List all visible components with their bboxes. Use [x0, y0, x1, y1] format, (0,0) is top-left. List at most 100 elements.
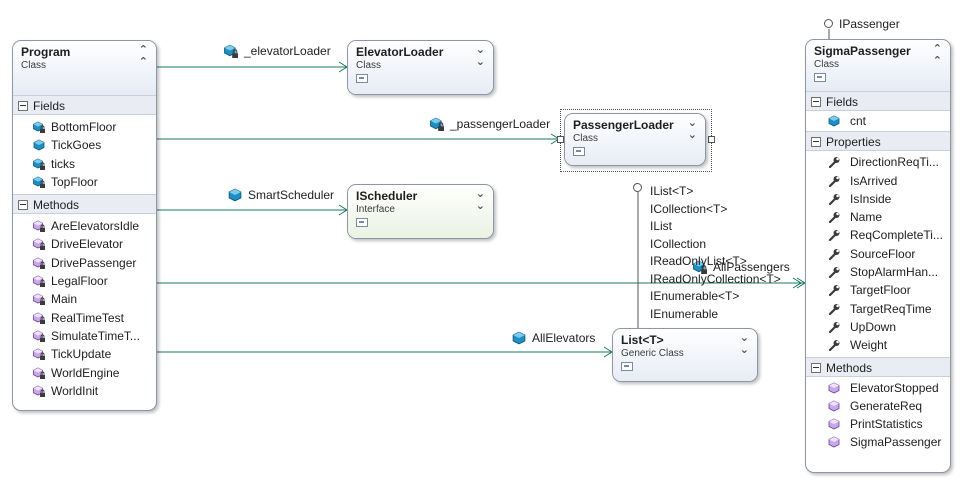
interface-title: IScheduler — [356, 189, 418, 203]
private-field-icon — [33, 121, 45, 133]
fields-list: BottomFloor TickGoes ticks TopFloor — [13, 115, 156, 194]
wrench-icon — [828, 284, 840, 297]
program-class-shape[interactable]: Program Class ⌃ ⌃ Fields BottomFloor Tick… — [12, 40, 157, 411]
elevator-loader-class-shape[interactable]: ElevatorLoader Class ⌄ ⌄ — [347, 40, 494, 95]
wrench-icon — [828, 247, 840, 260]
collapse-minus-icon[interactable] — [18, 200, 28, 211]
method-item[interactable]: RealTimeTest — [13, 309, 156, 327]
method-item[interactable]: AreElevatorsIdle — [13, 217, 156, 235]
class-header[interactable]: PassengerLoader Class ⌄ ⌄ — [565, 114, 705, 165]
list-implemented-interfaces: IList<T> ICollection<T> IList ICollectio… — [650, 183, 781, 323]
properties-section-header[interactable]: Properties — [806, 131, 950, 152]
wrench-icon — [828, 320, 840, 333]
property-item[interactable]: SourceFloor — [806, 245, 950, 263]
collapse-chevron-icon[interactable]: ⌃ ⌃ — [139, 44, 148, 68]
collapse-minus-icon[interactable] — [811, 97, 821, 107]
class-kind: Class — [356, 60, 382, 71]
property-item[interactable]: Weight — [806, 336, 950, 354]
association-label-scheduler[interactable]: SmartScheduler — [228, 188, 334, 202]
collapse-minus-icon[interactable] — [18, 101, 28, 111]
field-item[interactable]: TickGoes — [13, 136, 156, 154]
property-item[interactable]: TargetReqTime — [806, 300, 950, 318]
method-icon — [828, 418, 840, 430]
expand-chevron-icon[interactable]: ⌄ ⌄ — [476, 188, 485, 212]
method-item[interactable]: SigmaPassenger — [806, 433, 950, 451]
interface-label: IList<T> — [650, 184, 694, 198]
interface-kind: Interface — [356, 204, 395, 215]
property-item[interactable]: DirectionReqTi... — [806, 153, 950, 171]
resize-handle[interactable] — [708, 136, 715, 143]
interface-label: IEnumerable<T> — [650, 289, 740, 303]
field-item[interactable]: ticks — [13, 155, 156, 173]
wrench-icon — [828, 192, 840, 205]
property-item[interactable]: UpDown — [806, 318, 950, 336]
collapse-minus-icon[interactable] — [811, 137, 821, 148]
method-item[interactable]: LegalFloor — [13, 272, 156, 290]
wrench-icon — [828, 156, 840, 169]
scheduler-interface-shape[interactable]: IScheduler Interface ⌄ ⌄ — [347, 184, 494, 239]
resize-handle[interactable] — [557, 136, 564, 143]
method-icon — [828, 436, 840, 448]
method-item[interactable]: GenerateReq — [806, 397, 950, 415]
class-type-icon — [814, 73, 826, 82]
property-item[interactable]: IsArrived — [806, 172, 950, 190]
association-label-elevator-loader[interactable]: _elevatorLoader — [224, 44, 331, 58]
field-item[interactable]: TopFloor — [13, 173, 156, 191]
private-method-icon — [33, 312, 45, 324]
passenger-loader-class-shape[interactable]: PassengerLoader Class ⌄ ⌄ — [564, 113, 706, 166]
interface-label: IList — [650, 219, 673, 233]
method-item[interactable]: WorldEngine — [13, 364, 156, 382]
method-item[interactable]: ElevatorStopped — [806, 379, 950, 397]
association-label-passenger-loader[interactable]: _passengerLoader — [430, 117, 550, 131]
methods-section-header[interactable]: Methods — [13, 194, 156, 215]
class-header[interactable]: Program Class ⌃ ⌃ — [13, 41, 156, 95]
private-method-icon — [33, 367, 45, 379]
method-item[interactable]: DriveElevator — [13, 235, 156, 253]
fields-section-header[interactable]: Fields — [806, 91, 950, 111]
interface-lollipop — [633, 183, 642, 192]
class-kind: Generic Class — [621, 348, 684, 359]
wrench-icon — [828, 174, 840, 187]
collapse-chevron-icon[interactable]: ⌃ ⌃ — [933, 43, 942, 67]
property-item[interactable]: TargetFloor — [806, 281, 950, 299]
class-header[interactable]: List<T> Generic Class ⌄ ⌄ — [613, 329, 757, 381]
class-header[interactable]: SigmaPassenger Class ⌃ ⌃ — [806, 40, 950, 91]
class-kind: Class — [21, 60, 47, 71]
list-generic-class-shape[interactable]: List<T> Generic Class ⌄ ⌄ — [612, 328, 758, 382]
method-item[interactable]: SimulateTimeT... — [13, 327, 156, 345]
class-title: SigmaPassenger — [814, 44, 911, 58]
sigma-passenger-class-shape[interactable]: SigmaPassenger Class ⌃ ⌃ Fields cnt Prope… — [805, 39, 951, 473]
property-item[interactable]: ReqCompleteTi... — [806, 226, 950, 244]
property-item[interactable]: IsInside — [806, 190, 950, 208]
methods-section-header[interactable]: Methods — [806, 356, 950, 377]
field-item[interactable]: cnt — [806, 112, 950, 130]
method-icon — [828, 382, 840, 394]
method-item[interactable]: WorldInit — [13, 382, 156, 400]
expand-chevron-icon[interactable]: ⌄ ⌄ — [476, 44, 485, 68]
method-item[interactable]: Main — [13, 290, 156, 308]
methods-list: AreElevatorsIdle DriveElevator DrivePass… — [13, 214, 156, 403]
expand-chevron-icon[interactable]: ⌄ ⌄ — [740, 332, 749, 356]
method-item[interactable]: TickUpdate — [13, 345, 156, 363]
class-header[interactable]: ElevatorLoader Class ⌄ ⌄ — [348, 41, 493, 94]
field-icon — [33, 139, 45, 151]
private-field-icon — [33, 176, 45, 188]
method-item[interactable]: DrivePassenger — [13, 254, 156, 272]
ipassenger-interface-label: IPassenger — [839, 17, 900, 31]
method-item[interactable]: PrintStatistics — [806, 415, 950, 433]
property-item[interactable]: Name — [806, 208, 950, 226]
private-field-icon — [33, 158, 45, 170]
field-icon — [512, 331, 526, 345]
wrench-icon — [828, 266, 840, 279]
properties-list: DirectionReqTi... IsArrived IsInside Nam… — [806, 151, 950, 356]
field-item[interactable]: BottomFloor — [13, 118, 156, 136]
interface-header[interactable]: IScheduler Interface ⌄ ⌄ — [348, 185, 493, 238]
field-icon — [828, 115, 840, 127]
private-method-icon — [33, 385, 45, 397]
fields-section-header[interactable]: Fields — [13, 95, 156, 115]
collapse-minus-icon[interactable] — [811, 362, 821, 373]
expand-chevron-icon[interactable]: ⌄ ⌄ — [688, 117, 697, 141]
association-label-elevators[interactable]: AllElevators — [512, 331, 595, 345]
property-item[interactable]: StopAlarmHan... — [806, 263, 950, 281]
wrench-icon — [828, 339, 840, 352]
